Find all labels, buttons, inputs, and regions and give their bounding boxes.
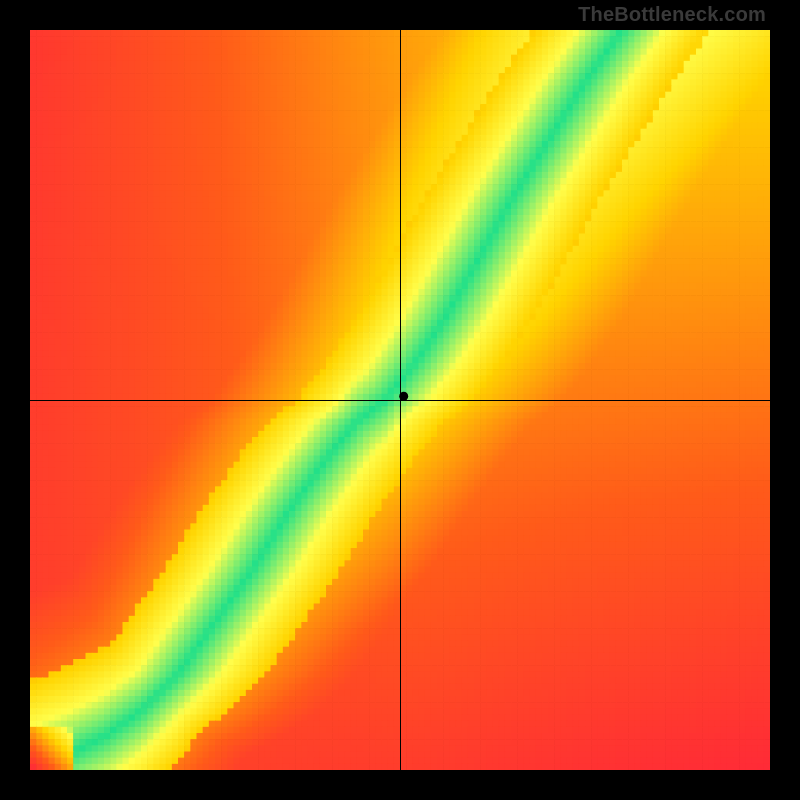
- watermark-text: TheBottleneck.com: [578, 4, 766, 27]
- heatmap-canvas: [30, 30, 770, 770]
- heatmap-plot: [30, 30, 770, 770]
- chart-frame: TheBottleneck.com: [0, 0, 800, 800]
